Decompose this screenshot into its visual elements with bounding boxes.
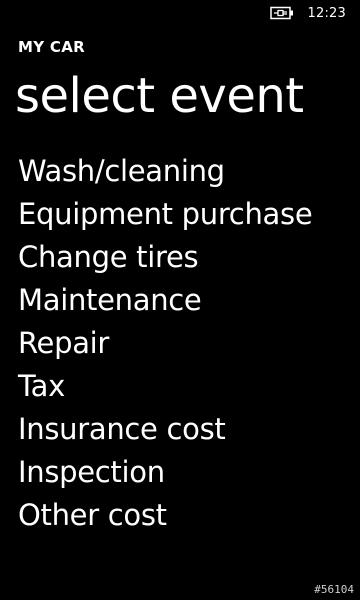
event-item-inspection[interactable]: Inspection (18, 451, 312, 494)
event-item-repair[interactable]: Repair (18, 322, 312, 365)
battery-charging-icon (269, 6, 293, 20)
event-item-wash-cleaning[interactable]: Wash/cleaning (18, 150, 312, 193)
event-item-insurance-cost[interactable]: Insurance cost (18, 408, 312, 451)
page-title: select event (15, 68, 304, 124)
event-list: Wash/cleaning Equipment purchase Change … (18, 150, 313, 537)
event-item-equipment-purchase[interactable]: Equipment purchase (18, 193, 313, 236)
event-item-other-cost[interactable]: Other cost (18, 494, 312, 537)
app-title: MY CAR (18, 38, 85, 56)
event-item-change-tires[interactable]: Change tires (18, 236, 312, 279)
event-item-tax[interactable]: Tax (18, 365, 312, 408)
watermark-id: #56104 (314, 583, 354, 596)
event-item-maintenance[interactable]: Maintenance (18, 279, 312, 322)
status-time: 12:23 (307, 5, 346, 21)
status-bar: 12:23 (269, 0, 360, 26)
